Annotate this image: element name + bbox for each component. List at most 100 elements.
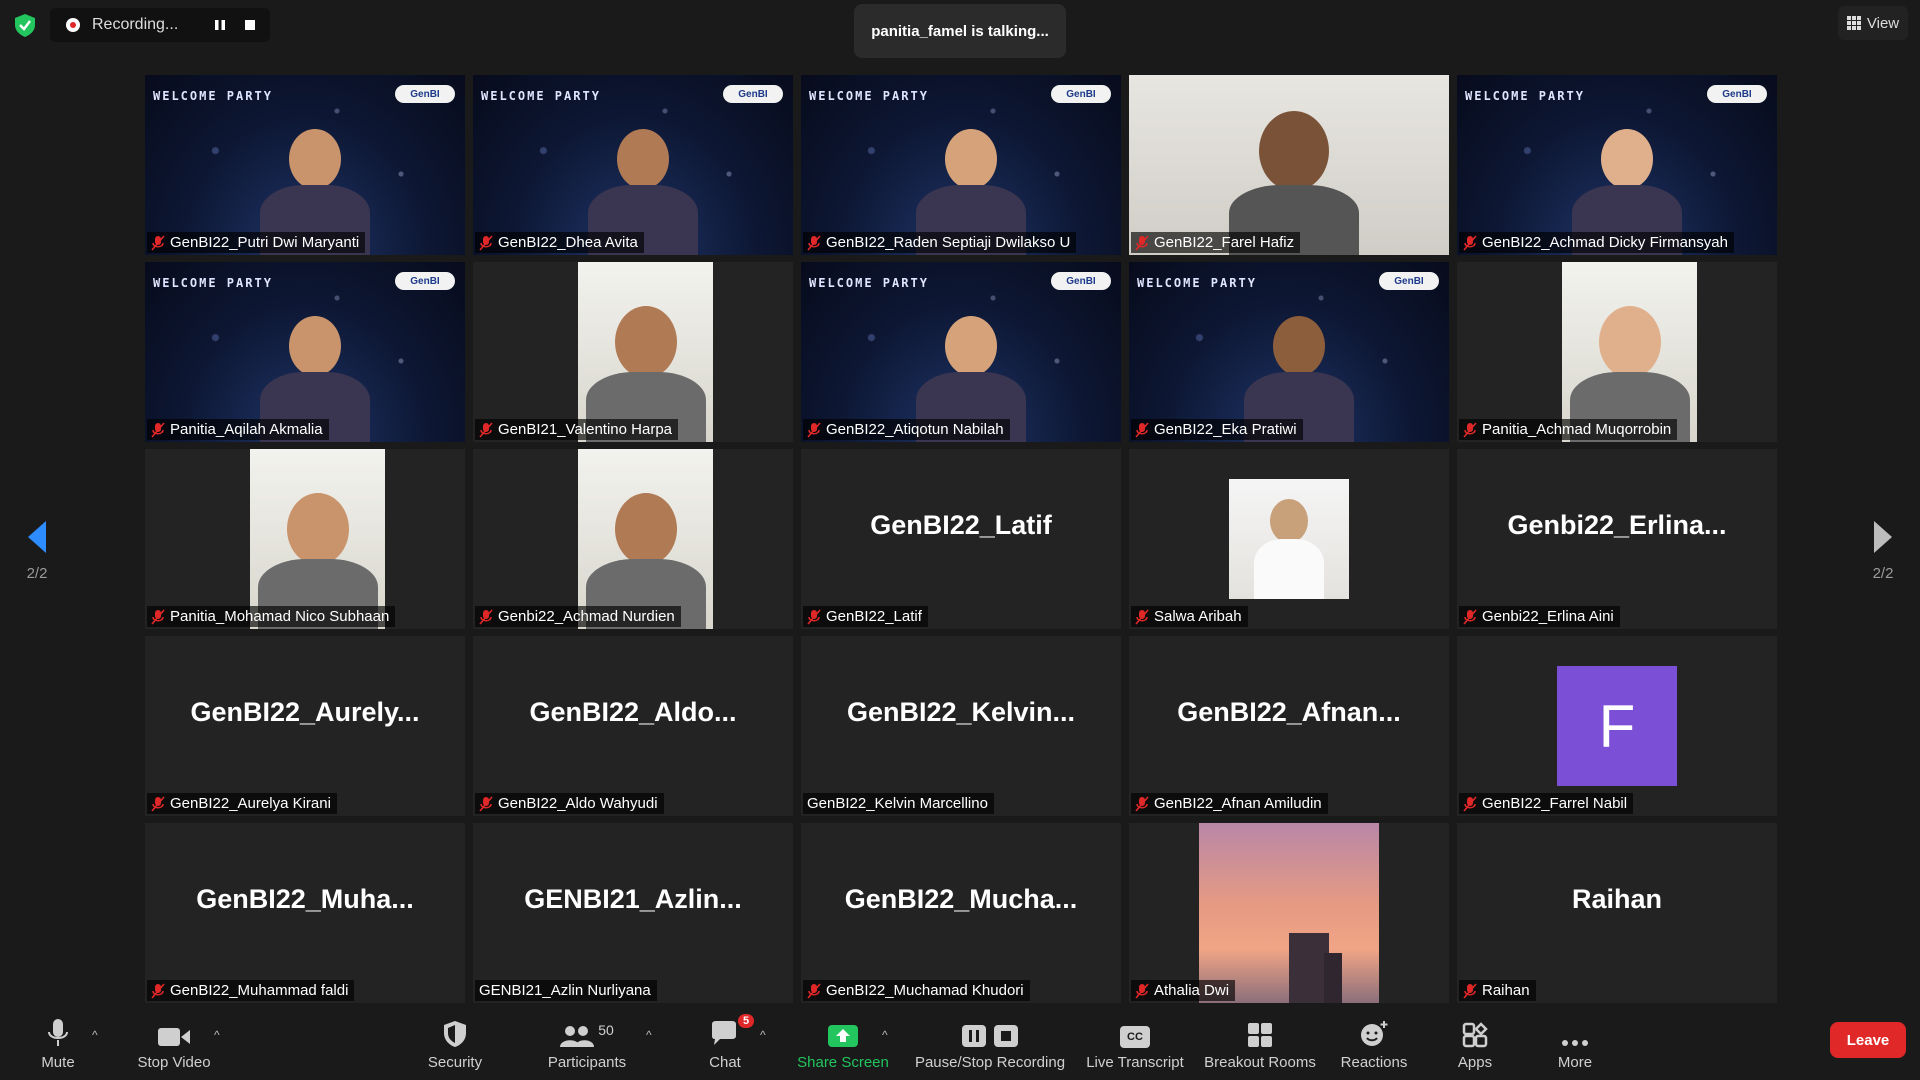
participant-name: Raihan (1482, 982, 1530, 999)
participant-tile[interactable]: Athalia Dwi (1129, 823, 1449, 1003)
participant-name-tag: GenBI22_Eka Pratiwi (1131, 419, 1303, 440)
participant-tile[interactable]: Salwa Aribah (1129, 449, 1449, 629)
reactions-button[interactable]: Reactions (1336, 1014, 1412, 1071)
participant-name-tag: GenBI22_Raden Septiaji Dwilakso U (803, 232, 1077, 253)
stop-recording-icon (994, 1025, 1018, 1047)
background-banner-text: WELCOME PARTY (481, 89, 601, 103)
participant-display-name: GenBI22_Aurely... (190, 696, 420, 727)
participant-name: GenBI22_Putri Dwi Maryanti (170, 234, 360, 251)
participant-tile[interactable]: Panitia_Achmad Muqorrobin (1457, 262, 1777, 442)
participant-name: GenBI22_Farel Hafiz (1154, 234, 1295, 251)
participants-options-chevron-icon[interactable]: ^ (646, 1028, 652, 1042)
participant-video (578, 262, 713, 442)
page-indicator-right: 2/2 (1872, 564, 1894, 582)
participant-tile[interactable]: GenBI22_Afnan... GenBI22_Afnan Amiludin (1129, 636, 1449, 816)
audio-options-chevron-icon[interactable]: ^ (92, 1028, 98, 1042)
muted-microphone-icon (1463, 234, 1477, 251)
reactions-icon (1361, 1021, 1388, 1046)
security-label: Security (427, 1054, 483, 1071)
pause-stop-recording-button[interactable]: Pause/Stop Recording (912, 1014, 1068, 1071)
more-button[interactable]: More (1550, 1014, 1600, 1071)
participant-name-tag: GenBI22_Kelvin Marcellino (803, 793, 994, 814)
breakout-rooms-button[interactable]: Breakout Rooms (1202, 1014, 1318, 1071)
participant-tile[interactable]: GenBI22_Farel Hafiz (1129, 75, 1449, 255)
muted-microphone-icon (151, 421, 165, 438)
participant-tile[interactable]: GENBI21_Azlin... GENBI21_Azlin Nurliyana (473, 823, 793, 1003)
previous-page-button[interactable]: 2/2 (12, 510, 62, 590)
participant-video (578, 449, 713, 629)
genbi-logo: GenBI (1379, 272, 1439, 290)
mute-button[interactable]: Mute (38, 1014, 78, 1071)
participant-name: GenBI22_Eka Pratiwi (1154, 421, 1297, 438)
muted-microphone-icon (151, 795, 165, 812)
participant-name: GenBI22_Muhammad faldi (170, 982, 349, 999)
live-transcript-button[interactable]: CC Live Transcript (1082, 1014, 1188, 1071)
security-button[interactable]: Security (420, 1014, 490, 1071)
view-button[interactable]: View (1838, 6, 1908, 40)
participant-display-name: GenBI22_Afnan... (1177, 696, 1401, 727)
participant-tile[interactable]: GenBI21_Valentino Harpa (473, 262, 793, 442)
pause-recording-button[interactable] (208, 13, 232, 37)
participant-tile[interactable]: WELCOME PARTY GenBI GenBI22_Dhea Avita (473, 75, 793, 255)
stop-video-button[interactable]: Stop Video (132, 1014, 216, 1071)
muted-microphone-icon (1135, 234, 1149, 251)
participant-avatar-photo (1199, 823, 1379, 1003)
participant-tile[interactable]: Genbi22_Erlina... Genbi22_Erlina Aini (1457, 449, 1777, 629)
share-options-chevron-icon[interactable]: ^ (882, 1028, 888, 1042)
share-screen-button[interactable]: Share Screen (795, 1014, 891, 1071)
participant-name: Athalia Dwi (1154, 982, 1230, 999)
stop-recording-button[interactable] (238, 13, 262, 37)
participant-name: GenBI22_Dhea Avita (498, 234, 638, 251)
participant-tile[interactable]: WELCOME PARTY GenBI GenBI22_Achmad Dicky F… (1457, 75, 1777, 255)
muted-microphone-icon (1463, 608, 1477, 625)
participants-button[interactable]: 50 Participants (542, 1014, 632, 1071)
participant-display-name: Raihan (1571, 883, 1663, 914)
participant-name-tag: Genbi22_Achmad Nurdien (475, 606, 681, 627)
participant-display-name: Genbi22_Erlina... (1507, 509, 1727, 540)
participant-tile[interactable]: F GenBI22_Farrel Nabil (1457, 636, 1777, 816)
participant-name-tag: Panitia_Aqilah Akmalia (147, 419, 329, 440)
muted-microphone-icon (1135, 421, 1149, 438)
participant-tile[interactable]: WELCOME PARTY GenBI GenBI22_Eka Pratiwi (1129, 262, 1449, 442)
participant-tile[interactable]: GenBI22_Kelvin... GenBI22_Kelvin Marcelli… (801, 636, 1121, 816)
participant-tile[interactable]: GenBI22_Latif GenBI22_Latif (801, 449, 1121, 629)
security-shield-icon[interactable] (12, 12, 38, 38)
muted-microphone-icon (479, 608, 493, 625)
apps-button[interactable]: Apps (1450, 1014, 1500, 1071)
participant-tile[interactable]: GenBI22_Mucha... GenBI22_Muchamad Khudori (801, 823, 1121, 1003)
page-indicator-left: 2/2 (26, 564, 48, 582)
participant-display-name: GenBI22_Mucha... (844, 883, 1078, 914)
participant-tile[interactable]: GenBI22_Aurely... GenBI22_Aurelya Kirani (145, 636, 465, 816)
participant-name: Panitia_Aqilah Akmalia (170, 421, 323, 438)
breakout-rooms-icon (1248, 1023, 1272, 1047)
background-banner-text: WELCOME PARTY (1465, 89, 1585, 103)
participant-tile[interactable]: GenBI22_Aldo... GenBI22_Aldo Wahyudi (473, 636, 793, 816)
chat-options-chevron-icon[interactable]: ^ (760, 1028, 766, 1042)
next-page-button[interactable]: 2/2 (1858, 510, 1908, 590)
participant-name-tag: GenBI22_Aurelya Kirani (147, 793, 337, 814)
participant-tile[interactable]: WELCOME PARTY GenBI GenBI22_Atiqotun Nabil… (801, 262, 1121, 442)
video-options-chevron-icon[interactable]: ^ (214, 1028, 220, 1042)
video-grid: WELCOME PARTY GenBI GenBI22_Putri Dwi Mary… (145, 75, 1777, 1003)
active-speaker-banner: panitia_famel is talking... (854, 4, 1066, 58)
participant-name-tag: GenBI22_Latif (803, 606, 928, 627)
participant-name: GenBI22_Raden Septiaji Dwilakso U (826, 234, 1071, 251)
participant-name-tag: GenBI22_Afnan Amiludin (1131, 793, 1328, 814)
participant-name-tag: GenBI21_Valentino Harpa (475, 419, 679, 440)
participants-label: Participants (547, 1054, 627, 1071)
chat-button[interactable]: 5 Chat (700, 1014, 755, 1071)
leave-button[interactable]: Leave (1830, 1022, 1906, 1058)
participants-count: 50 (598, 1022, 614, 1038)
participant-name-tag: GenBI22_Dhea Avita (475, 232, 644, 253)
participant-tile[interactable]: WELCOME PARTY GenBI GenBI22_Putri Dwi Mary… (145, 75, 465, 255)
participant-name-tag: GenBI22_Aldo Wahyudi (475, 793, 664, 814)
participant-tile[interactable]: WELCOME PARTY GenBI Panitia_Aqilah Akmalia (145, 262, 465, 442)
participant-name: GenBI22_Farrel Nabil (1482, 795, 1628, 812)
participant-tile[interactable]: Genbi22_Achmad Nurdien (473, 449, 793, 629)
participant-tile[interactable]: Panitia_Mohamad Nico Subhaan (145, 449, 465, 629)
participant-tile[interactable]: WELCOME PARTY GenBI GenBI22_Raden Septiaji… (801, 75, 1121, 255)
participant-tile[interactable]: Raihan Raihan (1457, 823, 1777, 1003)
participant-name: GenBI22_Atiqotun Nabilah (826, 421, 1004, 438)
participant-tile[interactable]: GenBI22_Muha... GenBI22_Muhammad faldi (145, 823, 465, 1003)
genbi-logo: GenBI (395, 272, 455, 290)
